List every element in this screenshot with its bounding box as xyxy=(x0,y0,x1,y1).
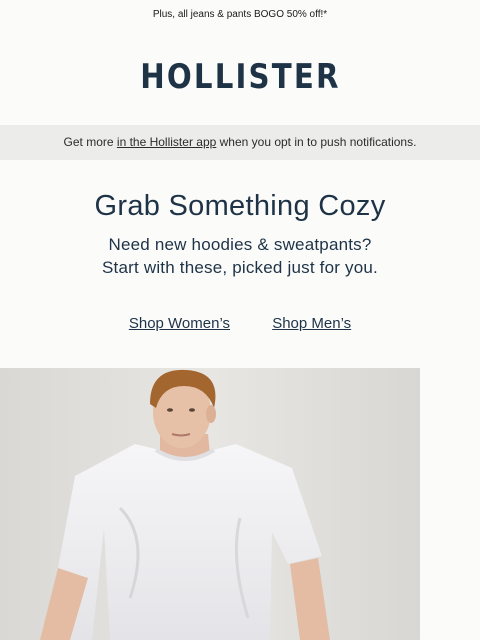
shop-womens-link[interactable]: Shop Women’s xyxy=(129,315,230,332)
model-in-white-tshirt-illustration xyxy=(0,368,420,640)
app-promo-prefix: Get more xyxy=(63,135,117,149)
shop-mens-link[interactable]: Shop Men’s xyxy=(272,315,351,332)
logo-container[interactable]: HOLLISTER xyxy=(0,54,480,100)
subheadline-line-2: Start with these, picked just for you. xyxy=(102,258,378,277)
app-promo-bar: Get more in the Hollister app when you o… xyxy=(0,125,480,160)
app-promo-suffix: when you opt in to push notifications. xyxy=(216,135,417,149)
promo-banner[interactable]: Plus, all jeans & pants BOGO 50% off!* xyxy=(0,0,480,30)
hero-product-image[interactable] xyxy=(0,368,420,640)
hollister-logo[interactable]: HOLLISTER xyxy=(140,54,340,100)
promo-banner-text: Plus, all jeans & pants BOGO 50% off!* xyxy=(152,9,328,20)
hollister-app-link[interactable]: in the Hollister app xyxy=(117,135,216,149)
shop-links: Shop Women’s Shop Men’s xyxy=(0,314,480,334)
headline: Grab Something Cozy xyxy=(94,190,386,222)
subheadline-line-1: Need new hoodies & sweatpants? xyxy=(108,235,372,254)
